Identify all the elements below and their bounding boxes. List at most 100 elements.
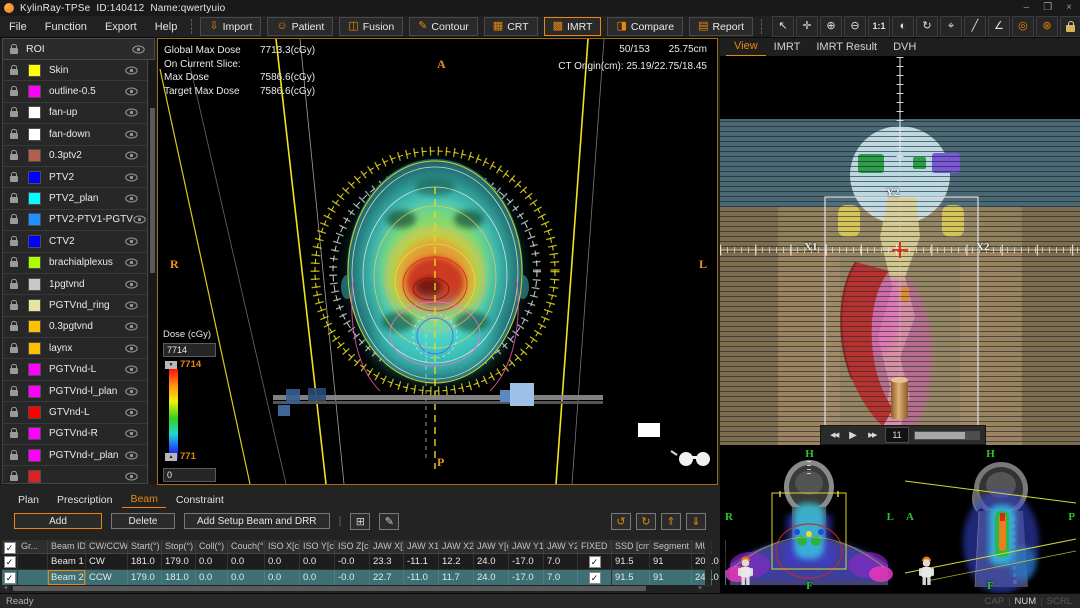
row-checkbox[interactable]: ✓ <box>2 570 18 585</box>
lock-icon[interactable] <box>10 197 18 203</box>
rotate-3d-tool[interactable]: ↻ <box>916 16 938 37</box>
column-header[interactable]: ISO Z[c... <box>335 540 370 553</box>
table-cell[interactable]: 24.0 <box>474 570 509 585</box>
eye-icon[interactable] <box>125 408 138 417</box>
move-up-button[interactable]: ⇑ <box>661 513 681 530</box>
table-cell[interactable]: 7.0 <box>544 570 578 585</box>
lock-icon[interactable] <box>10 454 18 460</box>
lock-icon[interactable] <box>10 69 18 75</box>
roi-item-0-3ptv2[interactable]: 0.3ptv2 <box>3 146 147 167</box>
play-button[interactable]: ▶ <box>847 430 859 441</box>
menu-help[interactable]: Help <box>146 21 187 33</box>
column-header[interactable]: Couch(°) <box>228 540 265 553</box>
table-cell[interactable]: 181.0 <box>128 554 162 569</box>
table-cell[interactable]: 91.5 <box>612 554 650 569</box>
fixed-checkbox[interactable]: ✓ <box>578 554 612 569</box>
dose-circle-tool[interactable]: ◎ <box>1012 16 1034 37</box>
table-cell[interactable]: -11.0 <box>404 570 439 585</box>
lock-icon[interactable] <box>10 347 18 353</box>
column-header[interactable]: ISO X[c... <box>265 540 300 553</box>
table-cell[interactable] <box>18 570 48 585</box>
eye-icon[interactable] <box>125 108 138 117</box>
sidebar-scrollbar[interactable] <box>149 60 156 484</box>
column-header[interactable]: Beam ID <box>48 540 86 553</box>
roi-item-ptv2-ptv1-pgtvnd-pgtvn-[interactable]: PTV2-PTV1-PGTVnd-PGTVn: <box>3 210 147 231</box>
add-beam-button[interactable]: Add <box>14 513 102 529</box>
table-cell[interactable]: -17.0 <box>509 554 544 569</box>
marker-handle-icon[interactable]: ▼ <box>165 361 177 369</box>
column-header[interactable]: Gr... <box>18 540 48 553</box>
tab-view[interactable]: View <box>726 40 766 56</box>
ruler-tool[interactable]: ╱ <box>964 16 986 37</box>
column-header[interactable]: JAW Y1... <box>509 540 544 553</box>
lock-icon[interactable] <box>10 475 18 481</box>
coronal-view[interactable]: H R L F <box>720 447 899 593</box>
roi-item-ptv2-plan[interactable]: PTV2_plan <box>3 188 147 209</box>
table-cell[interactable]: 0.0 <box>265 570 300 585</box>
table-cell[interactable]: 181.0 <box>162 570 196 585</box>
roi-item[interactable] <box>3 466 147 484</box>
sphere-tool[interactable]: ⊛ <box>1036 16 1058 37</box>
scroll-right-icon[interactable]: ▸ <box>697 585 704 592</box>
eye-icon[interactable] <box>125 194 138 203</box>
eye-icon[interactable] <box>125 344 138 353</box>
eye-icon[interactable] <box>125 173 138 182</box>
delete-beam-button[interactable]: Delete <box>111 513 175 529</box>
column-header[interactable]: JAW Y2... <box>544 540 578 553</box>
table-cell[interactable]: 24.0 <box>474 554 509 569</box>
eye-icon[interactable] <box>125 451 138 460</box>
lock-icon[interactable] <box>10 261 18 267</box>
forward-button[interactable]: ▶▶ <box>864 431 880 439</box>
table-cell[interactable]: -0.0 <box>335 554 370 569</box>
tab-prescription[interactable]: Prescription <box>49 494 120 508</box>
move-down-button[interactable]: ⇓ <box>686 513 706 530</box>
toolbar-button-import[interactable]: ⇩Import <box>200 17 261 36</box>
tab-imrt-result[interactable]: IMRT Result <box>808 41 885 56</box>
table-cell[interactable]: 12.2 <box>439 554 474 569</box>
column-header[interactable]: JAW Y[c... <box>474 540 509 553</box>
eye-icon[interactable] <box>125 151 138 160</box>
pan-tool[interactable]: ✛ <box>796 16 818 37</box>
eye-icon[interactable] <box>125 66 138 75</box>
roi-item-pgtvnd-l-plan[interactable]: PGTVnd-l_plan <box>3 381 147 402</box>
roi-item-pgtvnd-r-plan[interactable]: PGTVnd-r_plan <box>3 445 147 466</box>
roi-item-brachialplexus[interactable]: brachialplexus <box>3 253 147 274</box>
table-cell[interactable]: 179.0 <box>162 554 196 569</box>
eye-icon[interactable] <box>133 215 146 224</box>
eye-icon[interactable] <box>125 365 138 374</box>
roi-item-ctv2[interactable]: CTV2 <box>3 231 147 252</box>
toolbar-button-imrt[interactable]: ▩IMRT <box>544 17 602 36</box>
table-cell[interactable]: -0.0 <box>335 570 370 585</box>
marker-handle-icon[interactable]: ▲ <box>165 453 177 461</box>
dose-min-input[interactable]: 0 <box>163 468 216 482</box>
roi-item-pgtvnd-ring[interactable]: PGTVnd_ring <box>3 295 147 316</box>
table-cell[interactable]: 91 <box>650 554 692 569</box>
table-cell[interactable]: 0.0 <box>265 554 300 569</box>
menu-export[interactable]: Export <box>96 21 146 33</box>
rewind-button[interactable]: ◀◀ <box>826 431 842 439</box>
eye-icon[interactable] <box>125 237 138 246</box>
table-cell[interactable]: Beam 2 <box>48 570 86 585</box>
eye-icon[interactable] <box>125 87 138 96</box>
add-setup-beam-drr-button[interactable]: Add Setup Beam and DRR <box>184 513 330 529</box>
tab-constraint[interactable]: Constraint <box>168 494 232 508</box>
lock-icon[interactable] <box>10 111 18 117</box>
dose-lower-marker[interactable]: ▲ 771 <box>165 451 196 462</box>
checkbox-icon[interactable]: ✓ <box>4 572 16 584</box>
table-cell[interactable]: 91 <box>650 570 692 585</box>
copy-beam-button[interactable]: ⊞ <box>350 513 370 530</box>
column-header[interactable]: Start(°) <box>128 540 162 553</box>
edit-beam-button[interactable]: ✎ <box>379 513 399 530</box>
column-header[interactable]: JAW X2... <box>439 540 474 553</box>
bev-image[interactable] <box>720 57 1080 447</box>
column-header[interactable]: Segment <box>650 540 692 553</box>
roi-item-1pgtvnd[interactable]: 1pgtvnd <box>3 274 147 295</box>
column-header[interactable]: JAW X[... <box>370 540 404 553</box>
column-header[interactable]: ISO Y[c... <box>300 540 335 553</box>
menu-file[interactable]: File <box>0 21 36 33</box>
beam-table-vscrollbar[interactable] <box>705 540 711 585</box>
point-measure-tool[interactable]: ⌖ <box>940 16 962 37</box>
table-cell[interactable] <box>18 554 48 569</box>
rotate-cw-button[interactable]: ↻ <box>636 513 656 530</box>
scroll-left-icon[interactable]: ◂ <box>2 585 9 592</box>
